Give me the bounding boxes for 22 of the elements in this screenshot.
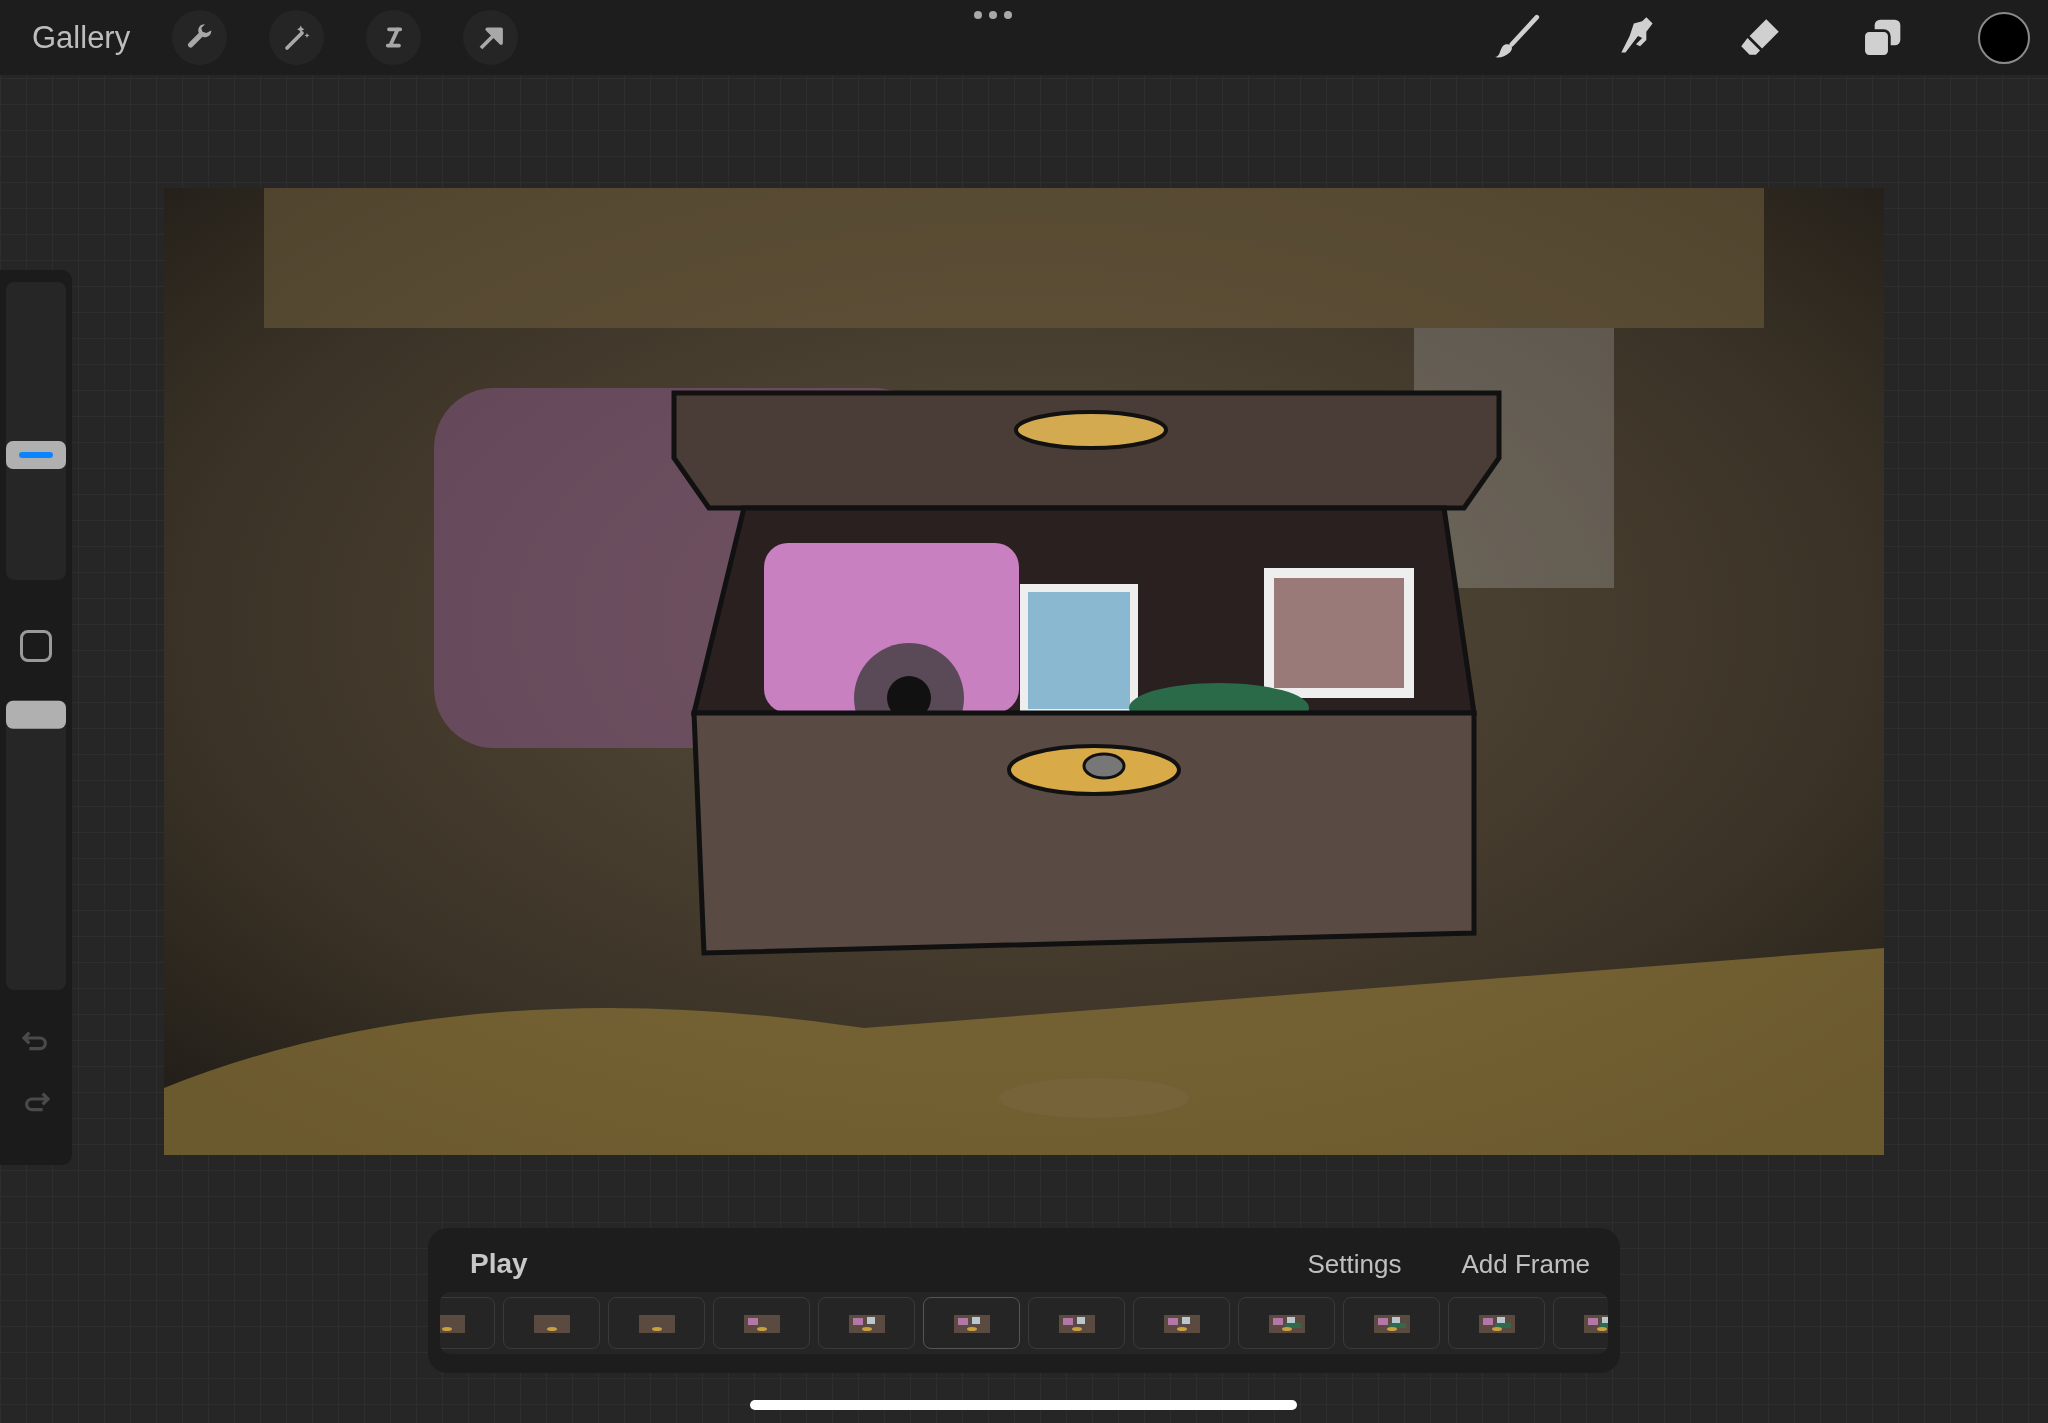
play-button[interactable]: Play [470, 1248, 528, 1280]
slider-thumb[interactable] [6, 440, 66, 469]
gallery-link[interactable]: Gallery [32, 19, 131, 56]
frame-thumbnail[interactable] [923, 1297, 1020, 1349]
frame-thumbnail[interactable] [1343, 1297, 1440, 1349]
more-dots-icon[interactable] [973, 10, 1014, 20]
frame-thumbnail[interactable] [713, 1297, 810, 1349]
frame-thumbnail[interactable] [1448, 1297, 1545, 1349]
frame-thumbnail[interactable] [608, 1297, 705, 1349]
modify-button[interactable] [20, 630, 52, 662]
frame-thumbnail[interactable] [818, 1297, 915, 1349]
slider-thumb[interactable] [6, 700, 66, 729]
brush-size-slider[interactable] [6, 282, 66, 580]
settings-button[interactable]: Settings [1307, 1248, 1402, 1280]
frame-thumbnail[interactable] [1133, 1297, 1230, 1349]
add-frame-button[interactable]: Add Frame [1461, 1248, 1590, 1280]
frame-thumbnail[interactable] [1028, 1297, 1125, 1349]
color-swatch[interactable] [1978, 11, 2030, 64]
frame-thumbnail[interactable] [503, 1297, 600, 1349]
frame-thumbnail[interactable] [1238, 1297, 1335, 1349]
opacity-slider[interactable] [6, 700, 66, 990]
size-indicator-icon [19, 451, 53, 458]
